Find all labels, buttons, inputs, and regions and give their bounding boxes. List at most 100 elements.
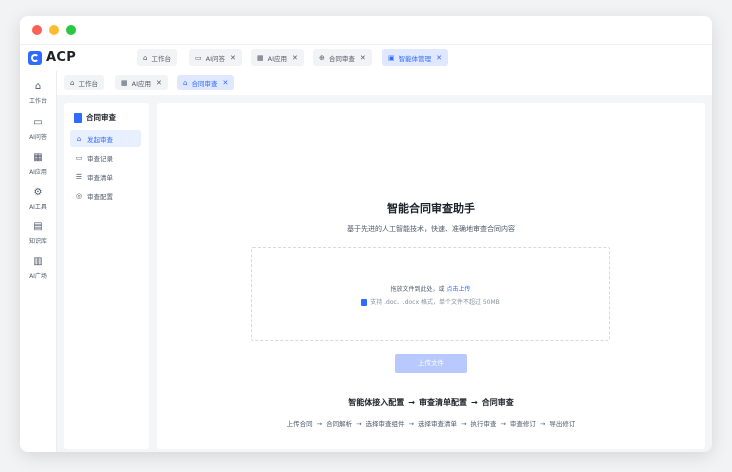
maximize-window-button[interactable] — [66, 25, 76, 35]
nav-item-review-records[interactable]: ▭ 审查记录 — [70, 149, 141, 166]
flow-step: 合同审查 — [481, 398, 514, 407]
sub-tab-bar: ⌂ 工作台 ▦ AI应用 ✕ ⌂ 合同审查 ✕ — [57, 71, 712, 95]
chat-icon: ▭ — [195, 53, 202, 62]
close-icon[interactable]: ✕ — [222, 79, 228, 87]
page-title: 智能合同审查助手 — [387, 202, 475, 215]
flow-step: 导出修订 — [549, 420, 576, 428]
rail-item-ai-plaza[interactable]: ▥ AI广场 — [20, 256, 56, 280]
close-icon[interactable]: ✕ — [156, 79, 162, 87]
drop-hint-text: 支持 .doc、.docx 格式，单个文件不超过 50MB — [370, 299, 500, 306]
grid-icon: ▦ — [33, 152, 43, 163]
tab-label: 智能体管理 — [398, 54, 432, 63]
sub-tab-contract-review[interactable]: ⌂ 合同审查 ✕ — [177, 75, 235, 90]
close-icon[interactable]: ✕ — [360, 54, 366, 62]
drop-hint: 支持 .doc、.docx 格式，单个文件不超过 50MB — [252, 297, 609, 306]
upload-button[interactable]: 上传文件 — [395, 354, 467, 373]
nav-label: 审查清单 — [87, 173, 113, 182]
nav-title: 合同审查 — [74, 112, 116, 123]
rail-label: 知识库 — [28, 238, 47, 245]
arrow-icon: → — [539, 420, 546, 428]
arrow-icon: → — [356, 420, 362, 428]
arrow-icon: → — [408, 398, 415, 407]
rail-label: AI问答 — [29, 134, 47, 141]
flow-step: 合同解析 — [326, 420, 353, 428]
app-window: ACP ⌂ 工作台 ▭ AI问答 ✕ ▦ AI应用 ✕ ⊕ 合同审查 ✕ ▣ 智… — [20, 16, 712, 452]
flow-step: 审查清单配置 — [419, 398, 467, 407]
nav-title-label: 合同审查 — [86, 113, 116, 122]
globe-icon: ⊕ — [319, 53, 325, 62]
minimize-window-button[interactable] — [49, 25, 59, 35]
rail-label: AI应用 — [29, 169, 47, 176]
flow-step: 执行审查 — [470, 420, 497, 428]
list-icon: ☰ — [75, 172, 83, 181]
document-icon — [74, 112, 82, 123]
arrow-icon: → — [471, 398, 478, 407]
flow-step: 审查修订 — [509, 420, 536, 428]
sub-tab-ai-apps[interactable]: ▦ AI应用 ✕ — [115, 75, 168, 90]
app-name: ACP — [46, 50, 77, 65]
top-bar: ACP ⌂ 工作台 ▭ AI问答 ✕ ▦ AI应用 ✕ ⊕ 合同审查 ✕ ▣ 智… — [20, 44, 712, 72]
config-flow: 智能体接入配置 → 审查清单配置 → 合同审查 — [157, 397, 705, 408]
book-icon: ▤ — [33, 221, 43, 232]
arrow-icon: → — [408, 420, 414, 428]
top-tab-ai-qa[interactable]: ▭ AI问答 ✕ — [189, 49, 242, 66]
drop-prompt-text: 拖放文件到此处，或 — [390, 286, 445, 293]
nav-item-review-checklist[interactable]: ☰ 审查清单 — [70, 168, 141, 185]
app-logo[interactable]: ACP — [28, 50, 76, 65]
chat-icon: ▭ — [33, 117, 43, 128]
grid-icon: ▦ — [257, 53, 264, 62]
top-tab-workbench[interactable]: ⌂ 工作台 — [137, 49, 177, 66]
nav-label: 审查配置 — [87, 192, 113, 201]
click-upload-link[interactable]: 点击上传 — [446, 286, 470, 293]
rail-item-ai-tools[interactable]: ⚙ AI工具 — [20, 187, 56, 211]
logo-icon — [28, 50, 42, 65]
tab-label: 工作台 — [78, 79, 98, 88]
nav-item-review-settings[interactable]: ◎ 审查配置 — [70, 187, 141, 204]
rail-item-knowledge[interactable]: ▤ 知识库 — [20, 221, 56, 245]
rail-label: AI工具 — [29, 204, 47, 211]
close-icon[interactable]: ✕ — [292, 54, 298, 62]
bank-icon: ⌂ — [183, 78, 188, 87]
top-tab-ai-apps[interactable]: ▦ AI应用 ✕ — [251, 49, 304, 66]
tab-label: 工作台 — [151, 54, 171, 63]
nav-label: 审查记录 — [87, 154, 113, 163]
record-icon: ▭ — [75, 153, 83, 162]
rail-item-ai-apps[interactable]: ▦ AI应用 — [20, 152, 56, 176]
tab-label: AI问答 — [205, 54, 225, 63]
nav-item-start-review[interactable]: ⌂ 发起审查 — [70, 130, 141, 147]
close-window-button[interactable] — [32, 25, 42, 35]
main-panel: 智能合同审查助手 基于先进的人工智能技术，快速、准确地审查合同内容 拖放文件到此… — [157, 103, 705, 449]
home-icon: ⌂ — [34, 81, 42, 92]
title-bar — [20, 16, 712, 44]
file-drop-zone[interactable]: 拖放文件到此处，或 点击上传 支持 .doc、.docx 格式，单个文件不超过 … — [251, 247, 610, 341]
home-icon: ⌂ — [70, 78, 75, 87]
word-file-icon — [361, 299, 368, 306]
rail-label: AI广场 — [29, 273, 47, 280]
close-icon[interactable]: ✕ — [230, 54, 236, 62]
settings-icon: ◎ — [75, 191, 83, 200]
arrow-icon: → — [461, 420, 467, 428]
nav-label: 发起审查 — [87, 135, 113, 144]
tab-label: AI应用 — [267, 54, 287, 63]
flow-step: 智能体接入配置 — [348, 398, 405, 407]
arrow-icon: → — [316, 420, 323, 428]
top-tab-contract-review[interactable]: ⊕ 合同审查 ✕ — [313, 49, 372, 66]
tab-label: AI应用 — [131, 79, 151, 88]
page-subtitle: 基于先进的人工智能技术，快速、准确地审查合同内容 — [347, 225, 515, 233]
bot-icon: ▣ — [388, 53, 395, 62]
rail-item-workbench[interactable]: ⌂ 工作台 — [20, 81, 56, 105]
arrow-icon: → — [500, 420, 506, 428]
sub-tab-workbench[interactable]: ⌂ 工作台 — [64, 75, 104, 90]
rail-label: 工作台 — [28, 98, 47, 105]
top-tab-agent-management[interactable]: ▣ 智能体管理 ✕ — [382, 49, 448, 66]
contract-nav: 合同审查 ⌂ 发起审查 ▭ 审查记录 ☰ 审查清单 ◎ 审查配置 — [64, 103, 149, 449]
icon-rail: ⌂ 工作台 ▭ AI问答 ▦ AI应用 ⚙ AI工具 ▤ 知识库 ▥ AI广场 — [20, 71, 57, 452]
review-steps-flow: 上传合同 → 合同解析 → 选择审查组件 → 选择审查清单 → 执行审查 → 审查修订 → 导出修订 — [157, 418, 705, 428]
rail-item-ai-qa[interactable]: ▭ AI问答 — [20, 117, 56, 141]
tab-label: 合同审查 — [328, 54, 355, 63]
bank-icon: ⌂ — [76, 134, 82, 143]
tool-icon: ⚙ — [33, 187, 43, 198]
tab-label: 合同审查 — [191, 79, 218, 88]
grid-icon: ▦ — [121, 78, 128, 87]
close-icon[interactable]: ✕ — [436, 54, 442, 62]
